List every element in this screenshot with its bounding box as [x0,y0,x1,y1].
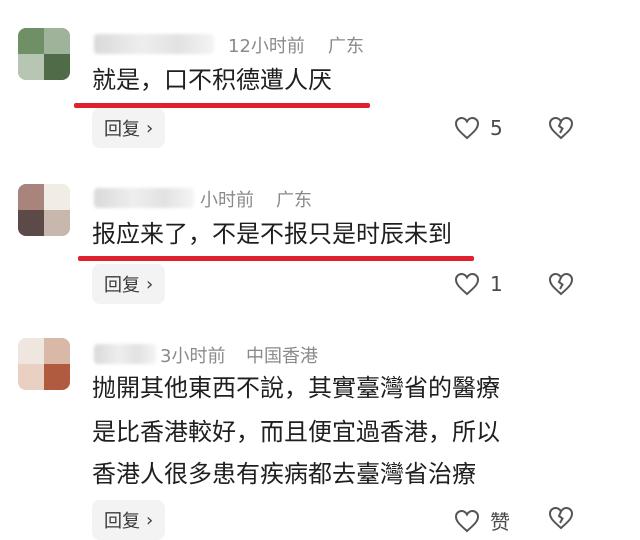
avatar[interactable] [18,184,70,236]
comment-time: 3小时前 [160,346,226,367]
highlight-underline [78,256,474,261]
username-blurred[interactable] [94,344,156,364]
avatar[interactable] [18,338,70,390]
username-blurred[interactable] [94,34,214,54]
comment-location: 中国香港 [246,346,318,367]
chevron-right-icon: › [146,273,154,295]
reply-button[interactable]: 回复 › [92,500,166,540]
dislike-button[interactable] [548,506,574,534]
comment-text-line: 是比香港較好，而且便宜過香港，所以 [92,418,500,446]
username-blurred[interactable] [94,188,194,208]
like-count: 1 [490,272,503,296]
like-button[interactable]: 赞 [454,506,510,535]
dislike-button[interactable] [548,272,574,300]
broken-heart-icon [548,116,574,144]
reply-label: 回复 [104,275,140,296]
reply-button[interactable]: 回复 › [92,108,166,148]
broken-heart-icon [548,506,574,534]
chevron-right-icon: › [146,117,154,139]
broken-heart-icon [548,272,574,300]
reply-label: 回复 [104,511,140,532]
reply-label: 回复 [104,119,140,140]
comment-item: 3小时前 中国香港 抛開其他東西不說，其實臺灣省的醫療 是比香港較好，而且便宜過… [0,330,640,540]
comment-text-line: 抛開其他東西不說，其實臺灣省的醫療 [92,374,500,402]
comment-text: 报应来了，不是不报只是时辰未到 [92,220,452,248]
like-button[interactable]: 1 [454,272,503,296]
like-button[interactable]: 5 [454,116,503,140]
comment-location: 广东 [276,190,312,211]
comment-time: 小时前 [200,190,254,211]
comment-location: 广东 [328,36,364,57]
reply-button[interactable]: 回复 › [92,264,166,304]
like-count: 5 [490,116,503,140]
comment-item: 小时前 广东 报应来了，不是不报只是时辰未到 回复 › 1 [0,170,640,330]
heart-outline-icon [454,116,480,140]
heart-outline-icon [454,509,480,533]
like-count: 赞 [490,510,510,534]
comment-text-line: 香港人很多患有疾病都去臺灣省治療 [92,460,476,488]
comment-text: 就是，口不积德遭人厌 [92,66,332,94]
chevron-right-icon: › [146,509,154,531]
heart-outline-icon [454,272,480,296]
avatar[interactable] [18,28,70,80]
dislike-button[interactable] [548,116,574,144]
comment-time: 12小时前 [228,36,305,57]
comment-item: 12小时前 广东 就是，口不积德遭人厌 回复 › 5 [0,0,640,170]
